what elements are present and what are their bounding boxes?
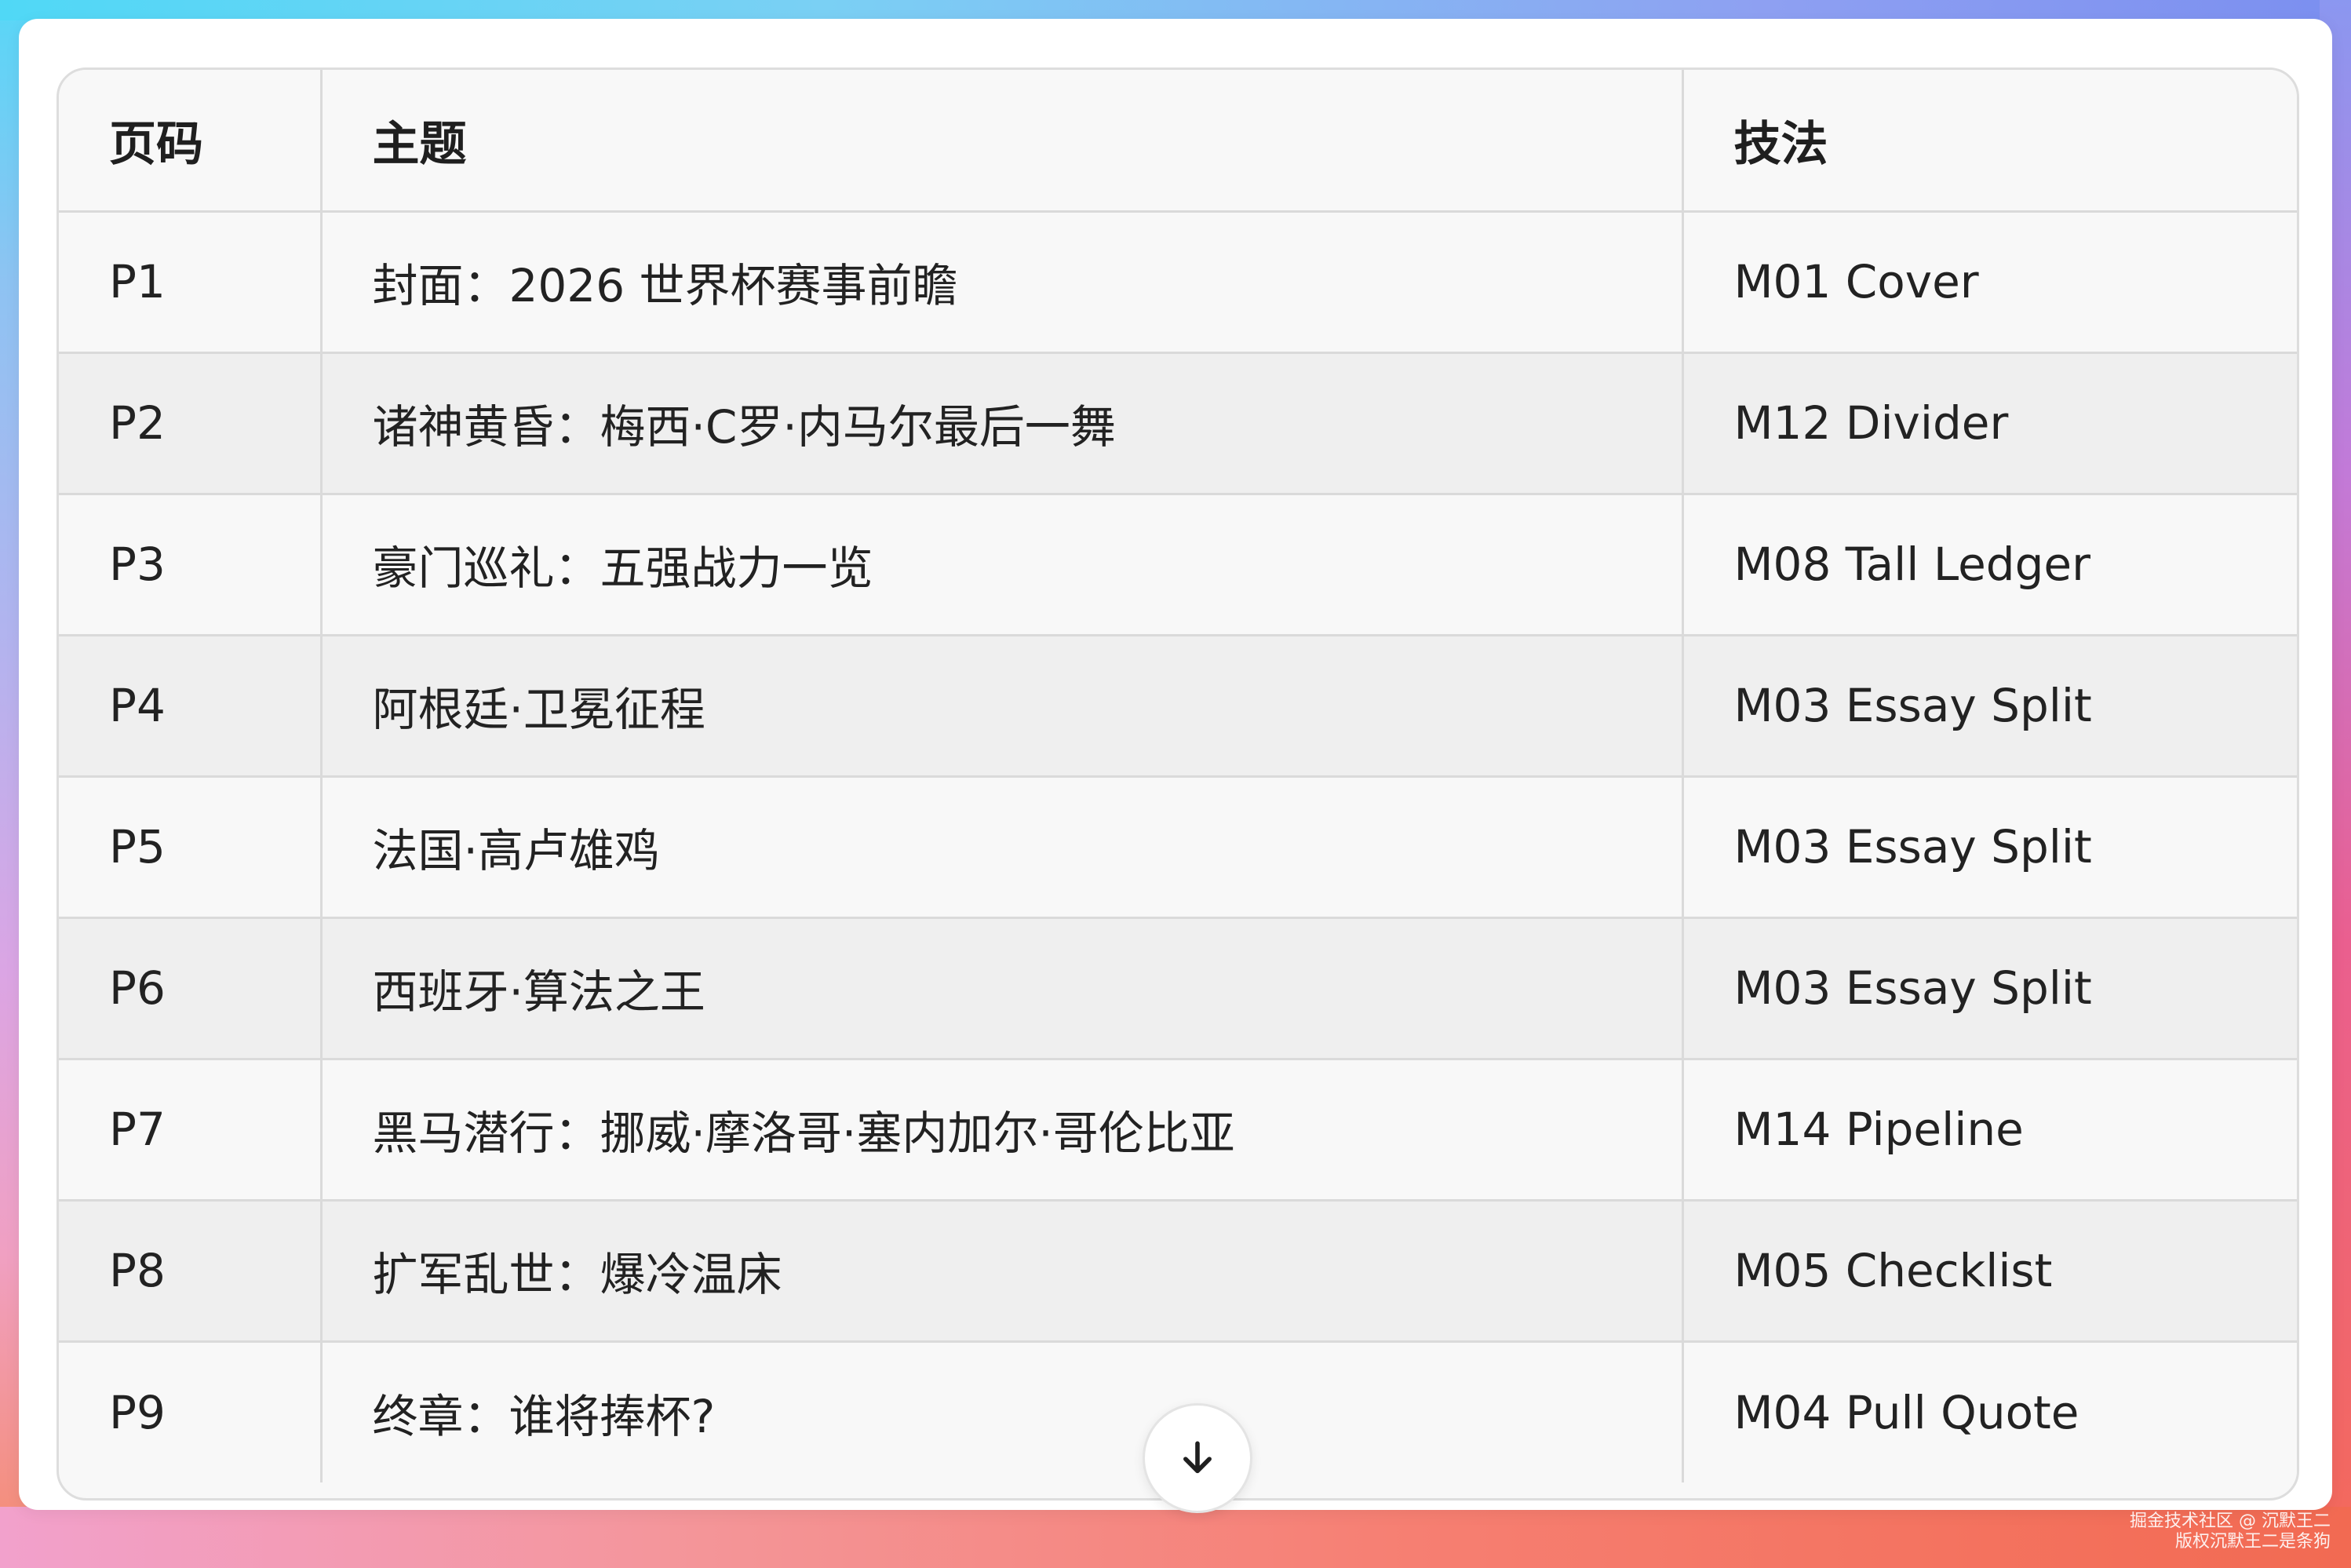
cell-page-number: P8 [59,1200,323,1343]
cell-topic: 阿根廷·卫冕征程 [321,635,1684,778]
cell-page-number: P6 [59,917,323,1060]
cell-topic: 扩军乱世：爆冷温床 [321,1200,1684,1343]
cell-technique: M04 Pull Quote [1682,1341,2297,1482]
cell-page-number: P5 [59,776,323,919]
table-header-row: 页码 主题 技法 [59,70,2297,213]
table-row: P3 豪门巡礼：五强战力一览 M08 Tall Ledger [59,494,2297,636]
table-row: P5 法国·高卢雄鸡 M03 Essay Split [59,776,2297,919]
cell-page-number: P2 [59,352,323,495]
cell-technique: M03 Essay Split [1682,917,2297,1060]
table-row: P7 黑马潜行：挪威·摩洛哥·塞内加尔·哥伦比亚 M14 Pipeline [59,1059,2297,1202]
cell-technique: M05 Checklist [1682,1200,2297,1343]
table-row: P8 扩军乱世：爆冷温床 M05 Checklist [59,1200,2297,1343]
header-technique: 技法 [1682,70,2297,213]
table-container[interactable]: 页码 主题 技法 P1 封面：2026 世界杯赛事前瞻 M01 Cover P2… [56,67,2299,1501]
scroll-to-bottom-button[interactable] [1143,1403,1252,1513]
table-row: P2 诸神黄昏：梅西·C罗·内马尔最后一舞 M12 Divider [59,352,2297,495]
page-outline-table: 页码 主题 技法 P1 封面：2026 世界杯赛事前瞻 M01 Cover P2… [59,70,2297,1482]
background-gradient-top [0,0,2351,20]
cell-topic: 法国·高卢雄鸡 [321,776,1684,919]
cell-page-number: P3 [59,494,323,636]
cell-page-number: P7 [59,1059,323,1202]
cell-topic: 终章：谁将捧杯? [321,1341,1684,1482]
cell-topic: 西班牙·算法之王 [321,917,1684,1060]
watermark-line-2: 版权沉默王二是条狗 [2174,1532,2331,1552]
table-row: P4 阿根廷·卫冕征程 M03 Essay Split [59,635,2297,778]
cell-topic: 黑马潜行：挪威·摩洛哥·塞内加尔·哥伦比亚 [321,1059,1684,1202]
cell-technique: M03 Essay Split [1682,635,2297,778]
table-row: P6 西班牙·算法之王 M03 Essay Split [59,917,2297,1060]
cell-technique: M12 Divider [1682,352,2297,495]
cell-technique: M08 Tall Ledger [1682,494,2297,636]
arrow-down-icon [1183,1441,1212,1474]
cell-page-number: P4 [59,635,323,778]
cell-topic: 封面：2026 世界杯赛事前瞻 [321,211,1684,354]
cell-technique: M03 Essay Split [1682,776,2297,919]
table-row: P1 封面：2026 世界杯赛事前瞻 M01 Cover [59,211,2297,354]
cell-topic: 诸神黄昏：梅西·C罗·内马尔最后一舞 [321,352,1684,495]
background-gradient-bottom [0,1507,2351,1568]
watermark: 掘金技术社区 @ 沉默王二 版权沉默王二是条狗 [2130,1511,2331,1552]
watermark-line-1: 掘金技术社区 @ 沉默王二 [2130,1511,2331,1531]
cell-page-number: P9 [59,1341,323,1482]
cell-technique: M14 Pipeline [1682,1059,2297,1202]
header-topic: 主题 [321,70,1684,213]
cell-page-number: P1 [59,211,323,354]
cell-topic: 豪门巡礼：五强战力一览 [321,494,1684,636]
header-page-number: 页码 [59,70,323,213]
content-window: 页码 主题 技法 P1 封面：2026 世界杯赛事前瞻 M01 Cover P2… [19,19,2332,1513]
cell-technique: M01 Cover [1682,211,2297,354]
